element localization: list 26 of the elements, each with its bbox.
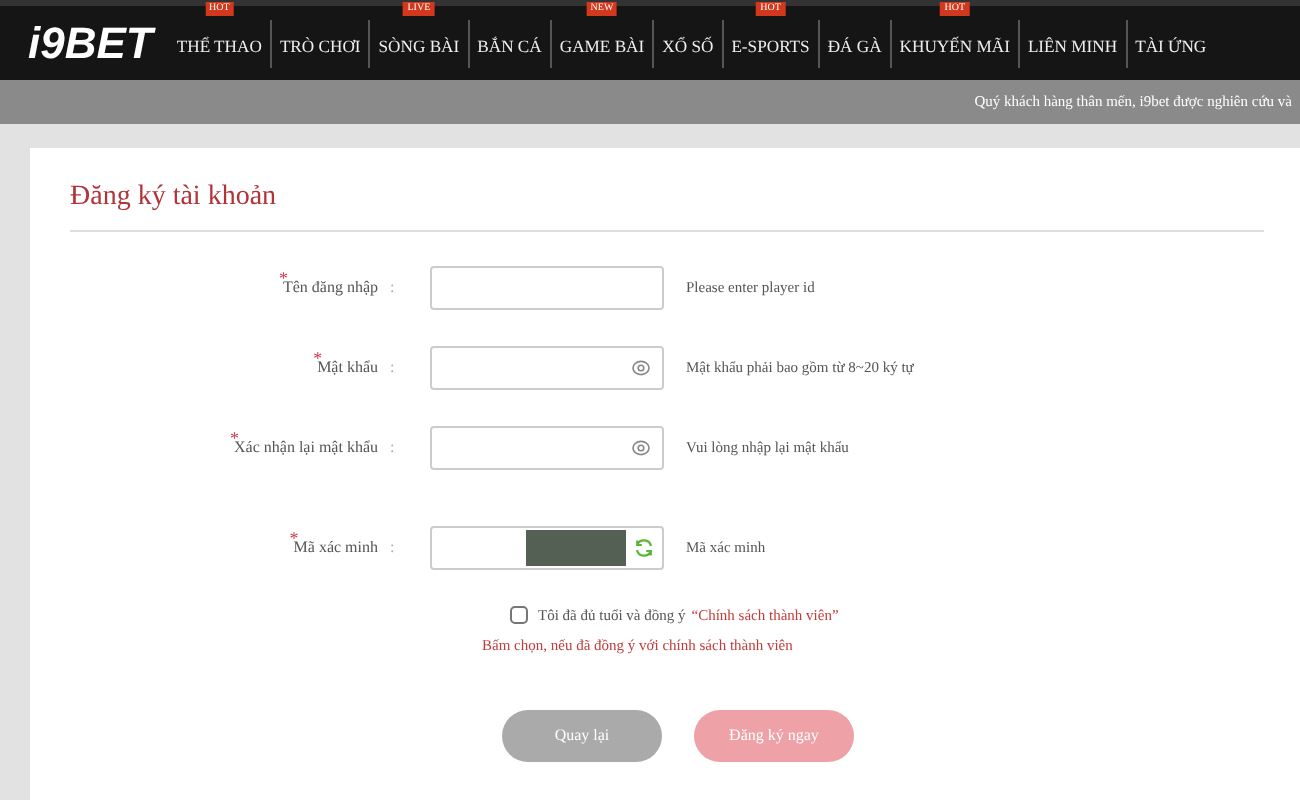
colon-text: : — [390, 436, 397, 460]
colon-text: : — [390, 276, 397, 300]
agree-checkbox[interactable] — [510, 606, 528, 625]
nav-link[interactable]: SÒNG BÀI — [378, 35, 460, 55]
input-field[interactable] — [430, 346, 664, 390]
refresh-icon[interactable] — [634, 538, 654, 558]
nav-link[interactable]: XỔ SỐ — [662, 35, 714, 55]
nav-link[interactable]: BẮN CÁ — [477, 35, 542, 55]
nav-link[interactable]: TRÒ CHƠI — [279, 35, 361, 55]
nav-link[interactable]: TÀI ỨNG — [1135, 35, 1207, 55]
colon-text: : — [390, 356, 397, 380]
nav-link[interactable]: GAME BÀI — [559, 35, 645, 55]
input-field[interactable] — [430, 526, 664, 570]
eye-icon[interactable] — [632, 440, 650, 456]
nav-link[interactable]: LIÊN MINH — [1027, 35, 1118, 55]
nav-link[interactable]: THỂ THAO — [176, 35, 262, 55]
eye-icon[interactable] — [632, 360, 650, 376]
nav-link[interactable]: E-SPORTS — [731, 35, 810, 55]
captcha-image — [526, 530, 626, 566]
input-field[interactable] — [430, 426, 664, 470]
nav-link[interactable]: KHUYẾN MÃI — [899, 35, 1010, 55]
logo[interactable]: i9BET — [0, 10, 153, 76]
colon-text: : — [390, 536, 397, 560]
nav-link[interactable]: ĐÁ GÀ — [827, 35, 882, 55]
input-field[interactable] — [430, 266, 664, 310]
form-title: Đăng ký tài khoản — [70, 160, 1264, 232]
